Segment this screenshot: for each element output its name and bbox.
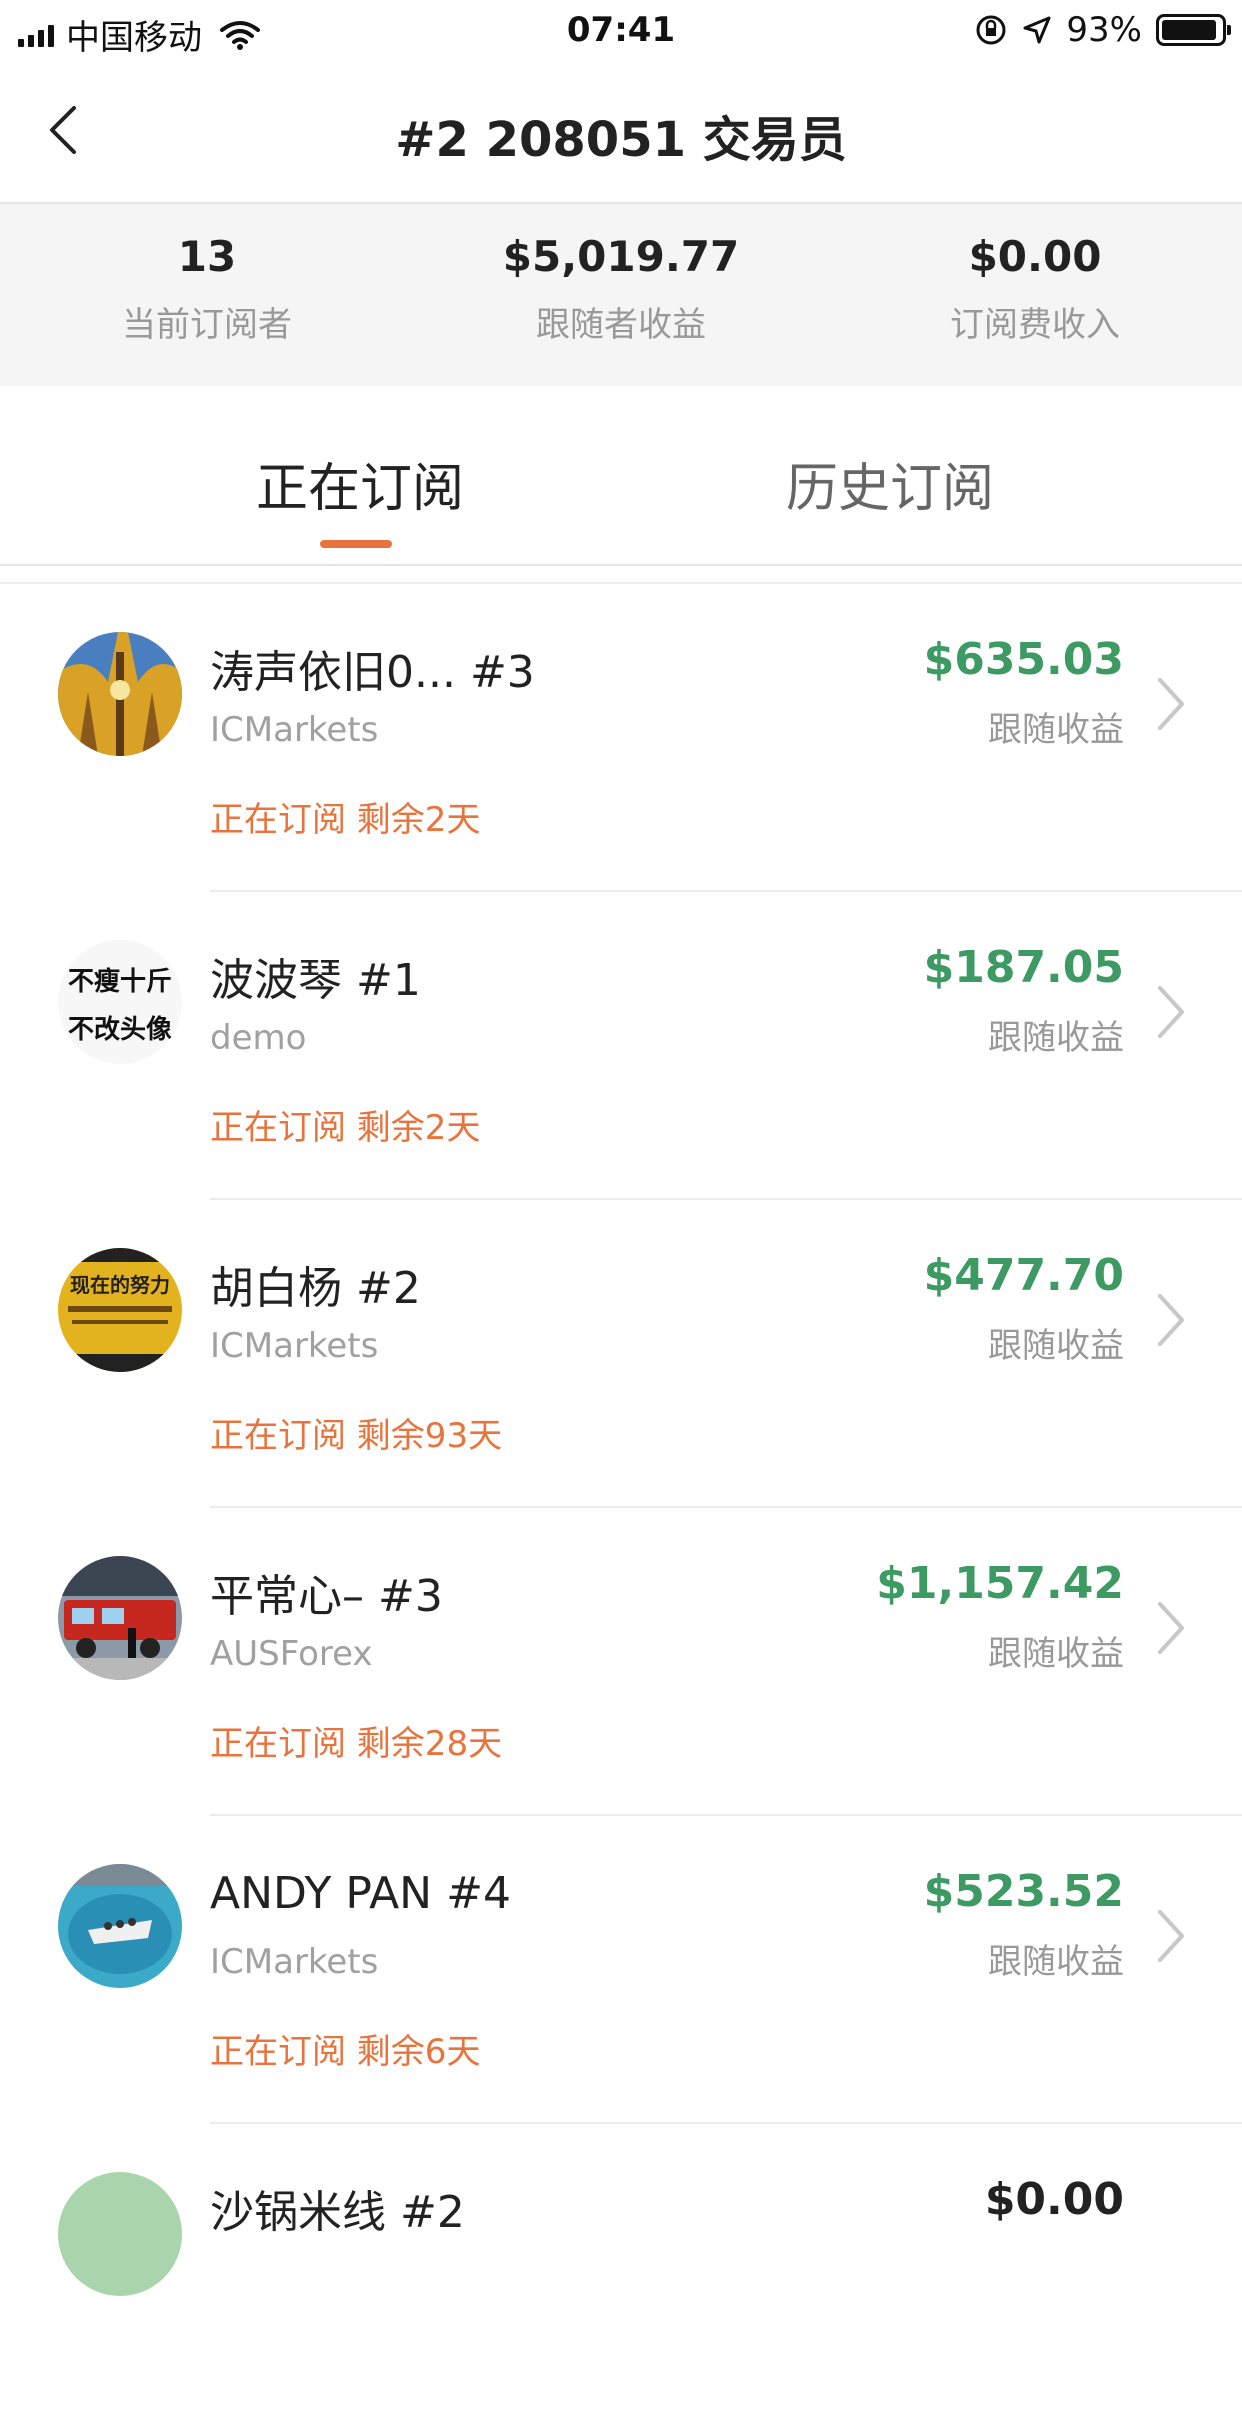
subscriber-name: 波波琴 #1 xyxy=(210,955,421,1006)
battery-icon xyxy=(1156,14,1231,46)
avatar xyxy=(58,1864,182,1988)
follow-profit-amount: $0.00 xyxy=(984,2174,1124,2225)
subscriber-row[interactable]: 沙锅米线 #2 $0.00 xyxy=(0,2124,1242,2432)
follow-profit-label: 跟随收益 xyxy=(988,1018,1124,1058)
stat-value: $5,019.77 xyxy=(502,232,740,281)
subscription-status: 正在订阅 剩余93天 xyxy=(210,1416,503,1456)
subscriber-row[interactable]: 涛声依旧0... #3 ICMarkets 正在订阅 剩余2天 $635.03 … xyxy=(0,584,1242,892)
avatar: 不瘦十斤 不改头像 xyxy=(58,940,182,1064)
battery-percent: 93% xyxy=(1066,10,1142,50)
subscriber-row[interactable]: 不瘦十斤 不改头像 波波琴 #1 demo 正在订阅 剩余2天 $187.05 … xyxy=(0,892,1242,1200)
follow-profit-label: 跟随收益 xyxy=(988,710,1124,750)
subscriber-name: ANDY PAN #4 xyxy=(210,1868,511,1919)
chevron-right-icon xyxy=(1158,1910,1184,1962)
subscriber-broker: ICMarkets xyxy=(210,710,379,750)
stat-value: 13 xyxy=(177,232,237,281)
orientation-lock-icon xyxy=(976,15,1006,45)
avatar-text-bottom: 不改头像 xyxy=(68,1014,173,1045)
page-title: #2 208051 交易员 xyxy=(395,112,847,168)
follow-profit-amount: $1,157.42 xyxy=(876,1558,1124,1609)
avatar xyxy=(58,632,182,756)
follow-profit-label: 跟随收益 xyxy=(988,1634,1124,1674)
navigation-bar: #2 208051 交易员 xyxy=(0,62,1242,204)
subscriber-name: 平常心– #3 xyxy=(210,1571,443,1622)
chevron-right-icon xyxy=(1158,986,1184,1038)
stat-value: $0.00 xyxy=(968,232,1102,281)
stat-label: 当前订阅者 xyxy=(122,305,292,345)
follow-profit-label: 跟随收益 xyxy=(988,1326,1124,1366)
subscriber-broker: AUSForex xyxy=(210,1634,373,1674)
follow-profit-amount: $477.70 xyxy=(923,1250,1124,1301)
chevron-right-icon xyxy=(1158,1602,1184,1654)
subscription-tabs: 正在订阅 历史订阅 xyxy=(0,386,1242,566)
active-tab-indicator xyxy=(320,540,392,548)
chevron-right-icon xyxy=(1158,678,1184,730)
chevron-right-icon xyxy=(1158,1294,1184,1346)
location-icon xyxy=(1023,16,1051,44)
subscriber-name: 沙锅米线 #2 xyxy=(210,2187,465,2238)
stats-summary: 13 当前订阅者 $5,019.77 跟随者收益 $0.00 订阅费收入 xyxy=(0,204,1242,386)
stat-label: 跟随者收益 xyxy=(536,305,706,345)
subscriber-broker: ICMarkets xyxy=(210,1942,379,1982)
stat-subscription-income: $0.00 订阅费收入 xyxy=(828,204,1242,386)
status-bar: 中国移动 07:41 93% xyxy=(0,0,1242,62)
subscriber-name: 胡白杨 #2 xyxy=(210,1263,421,1314)
subscriber-name: 涛声依旧0... #3 xyxy=(210,647,535,698)
follow-profit-amount: $523.52 xyxy=(923,1866,1124,1917)
avatar xyxy=(58,2172,182,2296)
stat-current-subscribers: 13 当前订阅者 xyxy=(0,204,414,386)
subscription-status: 正在订阅 剩余2天 xyxy=(210,800,481,840)
avatar xyxy=(58,1556,182,1680)
tab-history-subscriptions[interactable]: 历史订阅 xyxy=(786,446,994,521)
subscriber-broker: ICMarkets xyxy=(210,1326,379,1366)
follow-profit-amount: $635.03 xyxy=(923,634,1124,685)
status-right: 93% xyxy=(974,10,1231,50)
subscriber-row[interactable]: 平常心– #3 AUSForex 正在订阅 剩余28天 $1,157.42 跟随… xyxy=(0,1508,1242,1816)
subscriber-row[interactable]: ANDY PAN #4 ICMarkets 正在订阅 剩余6天 $523.52 … xyxy=(0,1816,1242,2124)
avatar-text-top: 现在的努力 xyxy=(70,1273,170,1297)
subscriber-row[interactable]: 现在的努力 胡白杨 #2 ICMarkets 正在订阅 剩余93天 $477.7… xyxy=(0,1200,1242,1508)
stat-follower-profit: $5,019.77 跟随者收益 xyxy=(414,204,828,386)
subscription-status: 正在订阅 剩余6天 xyxy=(210,2032,481,2072)
subscriber-broker: demo xyxy=(210,1018,307,1058)
avatar: 现在的努力 xyxy=(58,1248,182,1372)
stat-label: 订阅费收入 xyxy=(950,305,1120,345)
subscription-status: 正在订阅 剩余28天 xyxy=(210,1724,503,1764)
follow-profit-amount: $187.05 xyxy=(923,942,1124,993)
tab-current-subscriptions[interactable]: 正在订阅 xyxy=(256,446,464,521)
subscription-status: 正在订阅 剩余2天 xyxy=(210,1108,481,1148)
avatar-text-top: 不瘦十斤 xyxy=(68,966,172,997)
follow-profit-label: 跟随收益 xyxy=(988,1942,1124,1982)
